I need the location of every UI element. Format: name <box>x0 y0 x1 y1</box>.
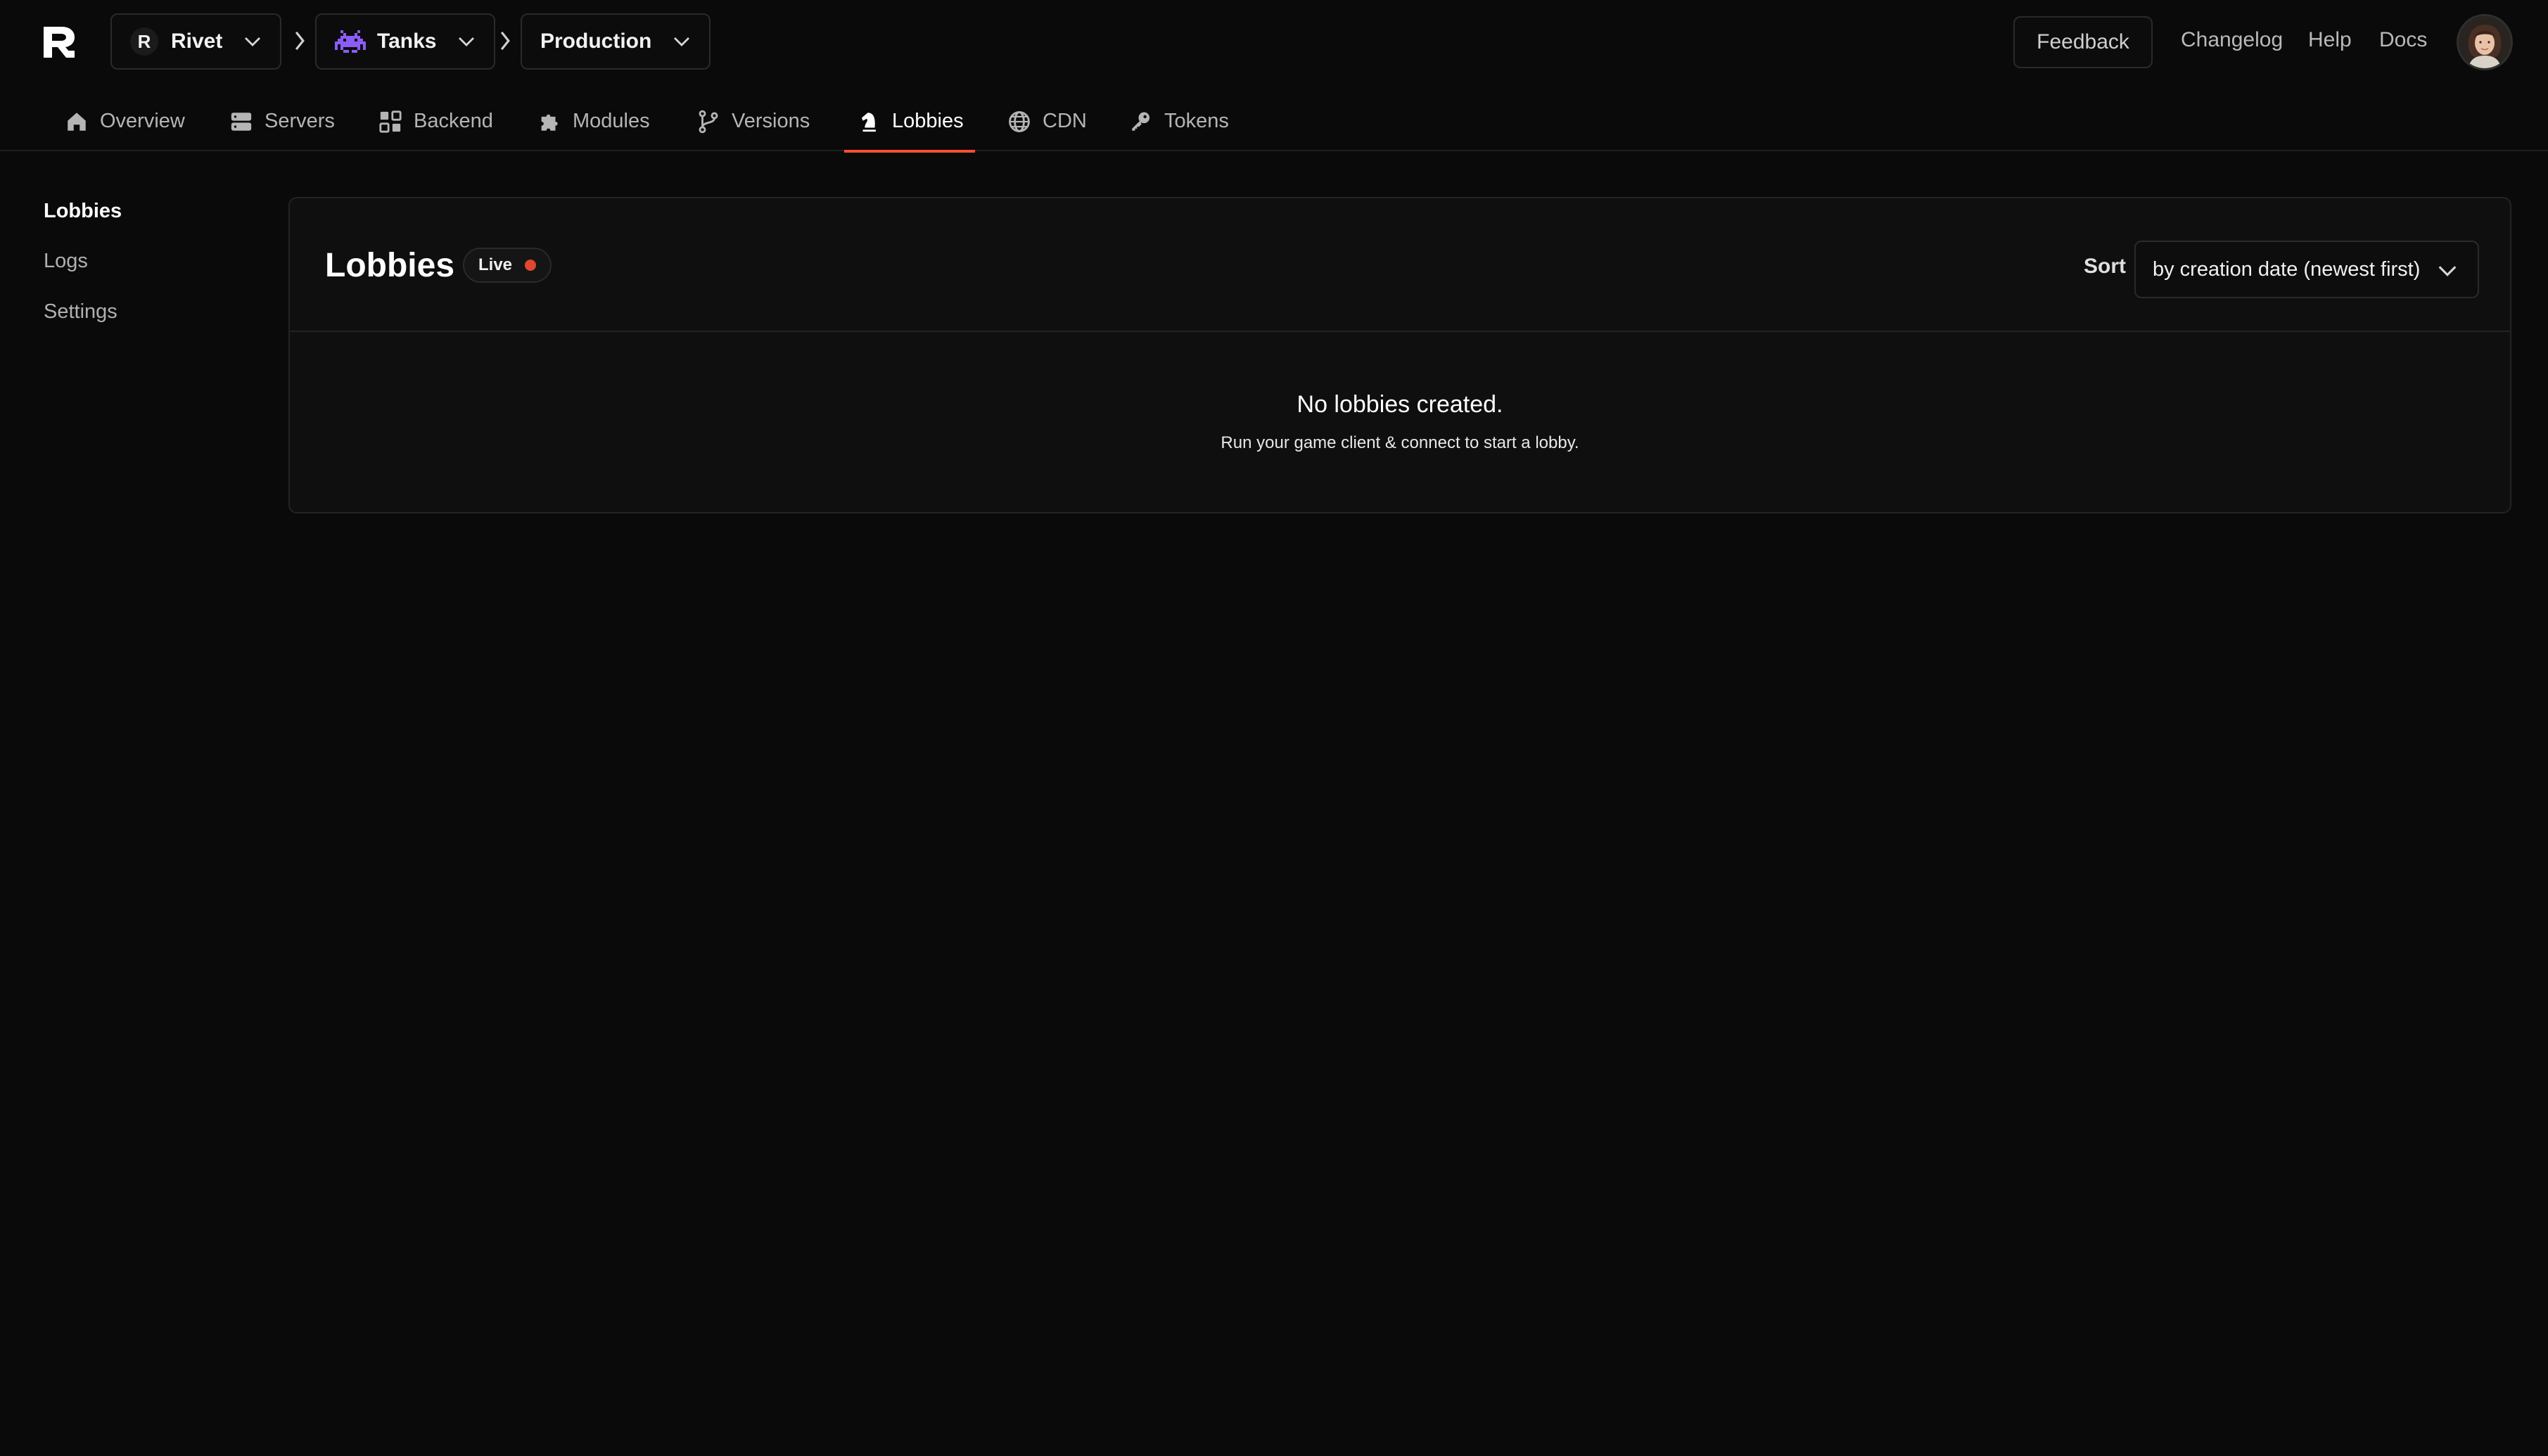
tab-label: CDN <box>1043 110 1087 132</box>
top-bar: R Rivet Tanks Production Feedback Change… <box>0 0 2548 83</box>
tab-label: Servers <box>265 110 335 132</box>
user-avatar[interactable] <box>2457 14 2513 70</box>
tab-versions[interactable]: Versions <box>696 91 810 151</box>
chevron-down-icon <box>245 37 261 46</box>
card-header: Lobbies Live Sort by creation date (newe… <box>290 198 2510 332</box>
sidebar-item-settings[interactable]: Settings <box>44 300 117 324</box>
docs-link[interactable]: Docs <box>2379 28 2427 52</box>
branch-icon <box>699 110 718 133</box>
key-icon <box>1132 112 1150 131</box>
team-badge: R <box>130 27 158 56</box>
space-invader-icon <box>335 30 366 53</box>
empty-state-title: No lobbies created. <box>1297 391 1503 418</box>
app-root: R Rivet Tanks Production Feedback Change… <box>0 0 2548 1456</box>
tab-label: Modules <box>573 110 650 132</box>
breadcrumb-game-label: Tanks <box>377 30 437 53</box>
chevron-down-icon <box>674 37 690 46</box>
rivet-logo-icon[interactable] <box>42 25 79 59</box>
home-icon <box>68 112 86 131</box>
live-badge: Live <box>463 248 552 283</box>
page-title: Lobbies <box>325 247 455 284</box>
chess-knight-icon <box>862 112 876 132</box>
live-badge-label: Live <box>478 255 513 274</box>
tab-lobbies[interactable]: Lobbies <box>844 91 975 153</box>
tab-modules[interactable]: Modules <box>537 91 650 151</box>
sort-select-value: by creation date (newest first) <box>2153 257 2421 281</box>
breadcrumb-game[interactable]: Tanks <box>315 13 496 70</box>
help-link[interactable]: Help <box>2308 28 2352 52</box>
chevron-right-icon <box>500 31 510 51</box>
breadcrumb-environment-label: Production <box>540 30 652 53</box>
sort-label: Sort <box>2084 255 2126 278</box>
tab-backend[interactable]: Backend <box>378 91 493 151</box>
avatar-icon <box>2459 16 2511 68</box>
chevron-right-icon <box>295 31 305 51</box>
breadcrumb-team-label: Rivet <box>171 30 223 53</box>
breadcrumb-team[interactable]: R Rivet <box>110 13 282 70</box>
breadcrumb-environment[interactable]: Production <box>521 13 711 70</box>
tab-cdn[interactable]: CDN <box>1007 91 1087 151</box>
tab-label: Tokens <box>1164 110 1229 132</box>
lobbies-card: Lobbies Live Sort by creation date (newe… <box>288 197 2511 513</box>
tab-servers[interactable]: Servers <box>229 91 335 151</box>
puzzle-icon <box>541 114 558 131</box>
backend-icon <box>379 110 402 133</box>
empty-state-subtitle: Run your game client & connect to start … <box>1221 433 1579 452</box>
chevron-down-icon <box>459 37 475 46</box>
live-status-dot <box>525 260 537 271</box>
server-icon <box>231 112 252 131</box>
tab-label: Versions <box>732 110 810 132</box>
sidebar-item-logs[interactable]: Logs <box>44 250 88 273</box>
tab-label: Backend <box>414 110 493 132</box>
globe-icon <box>1009 110 1030 132</box>
sidebar-item-lobbies[interactable]: Lobbies <box>44 200 122 223</box>
tab-tokens[interactable]: Tokens <box>1129 91 1229 151</box>
changelog-link[interactable]: Changelog <box>2181 28 2283 52</box>
project-tabs: Overview Servers Backend Modules Version… <box>0 91 2548 153</box>
tab-overview[interactable]: Overview <box>65 91 185 151</box>
sort-select[interactable]: by creation date (newest first) <box>2134 241 2479 298</box>
feedback-button[interactable]: Feedback <box>2013 16 2153 68</box>
tab-label: Lobbies <box>892 110 964 132</box>
tab-label: Overview <box>100 110 185 132</box>
chevron-down-icon <box>2438 266 2457 276</box>
